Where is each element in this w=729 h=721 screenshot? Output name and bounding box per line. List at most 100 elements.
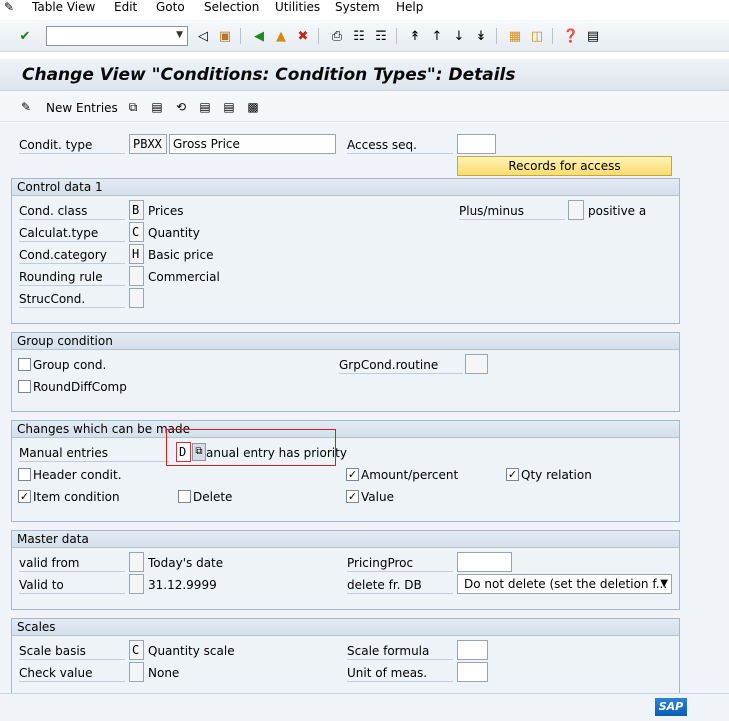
toolbar-separator — [496, 28, 497, 44]
valid-to-label: Valid to — [19, 578, 64, 592]
plus-minus-description: positive a — [588, 204, 647, 218]
previous-page-icon[interactable]: ↑ — [428, 27, 446, 45]
label-underline — [19, 241, 125, 242]
toolbar-separator — [240, 28, 241, 44]
chevron-down-icon[interactable]: ▼ — [176, 30, 183, 40]
delete-icon[interactable]: ▤ — [149, 99, 165, 115]
previous-entry-icon[interactable]: ▤ — [197, 99, 213, 115]
check-value-field[interactable] — [129, 662, 144, 682]
next-entry-icon[interactable]: ▤ — [221, 99, 237, 115]
delete-db-dropdown[interactable]: Do not delete (set the deletion f... ▼ — [457, 574, 672, 594]
undo-change-icon[interactable]: ⟲ — [173, 99, 189, 115]
layout-menu-icon[interactable]: ▤ — [584, 27, 602, 45]
find-next-icon[interactable]: ☶ — [372, 27, 390, 45]
scale-basis-field[interactable]: C — [129, 640, 144, 660]
find-icon[interactable]: ☷ — [350, 27, 368, 45]
select-all-icon[interactable]: ▩ — [245, 99, 261, 115]
group-title: Control data 1 — [17, 180, 103, 194]
rounding-rule-label: Rounding rule — [19, 270, 103, 284]
label-underline — [347, 681, 453, 682]
delete-checkbox[interactable] — [178, 490, 191, 503]
pricing-proc-field[interactable] — [457, 552, 512, 572]
sap-logo: SAP — [655, 698, 687, 716]
cond-category-description: Basic price — [148, 248, 214, 262]
create-session-icon[interactable]: ▦ — [506, 27, 524, 45]
group-header: Master data — [12, 531, 679, 548]
qty-relation-checkbox[interactable]: ✓ — [506, 468, 519, 481]
label-underline — [19, 153, 125, 154]
pencil-icon[interactable]: ✎ — [18, 99, 34, 115]
delete-db-value: Do not delete (set the deletion f... — [464, 577, 668, 591]
cond-category-field[interactable]: H — [129, 244, 144, 264]
rounding-rule-field[interactable] — [129, 266, 144, 286]
amount-percent-checkbox[interactable]: ✓ — [346, 468, 359, 481]
menu-edit[interactable]: Edit — [114, 0, 137, 15]
new-entries-button[interactable]: New Entries — [46, 100, 118, 116]
enter-check-icon[interactable]: ✔ — [16, 27, 34, 45]
scale-formula-field[interactable] — [457, 640, 488, 660]
label-underline — [347, 593, 453, 594]
unit-meas-field[interactable] — [457, 662, 488, 682]
label-underline — [19, 307, 125, 308]
cond-category-label: Cond.category — [19, 248, 107, 262]
qty-relation-label: Qty relation — [521, 468, 592, 482]
menu-selection[interactable]: Selection — [204, 0, 259, 15]
access-seq-field[interactable] — [457, 134, 496, 154]
struc-cond-field[interactable] — [129, 288, 144, 308]
help-icon[interactable]: ❓ — [562, 27, 580, 45]
standard-toolbar: ✔ ▼ ◁ ▣ ◀ ▲ ✖ ⎙ ☷ ☶ ↟ ↑ ↓ ↡ ▦ ◫ ❓ ▤ — [0, 20, 729, 52]
header-condit-checkbox[interactable] — [18, 468, 31, 481]
group-header: Control data 1 — [12, 179, 679, 196]
records-for-access-button[interactable]: Records for access — [457, 156, 672, 176]
grpcond-routine-field[interactable] — [465, 354, 488, 374]
calc-type-field[interactable]: C — [129, 222, 144, 242]
title-bar: Change View "Conditions: Condition Types… — [0, 59, 729, 91]
exit-icon[interactable]: ▲ — [272, 27, 290, 45]
scales-group: Scales — [11, 618, 680, 698]
print-icon[interactable]: ⎙ — [328, 27, 346, 45]
back-icon[interactable]: ◀ — [250, 27, 268, 45]
menu-help[interactable]: Help — [396, 0, 423, 15]
struc-cond-label: StrucCond. — [19, 292, 86, 306]
next-page-icon[interactable]: ↓ — [450, 27, 468, 45]
chevron-down-icon[interactable]: ▼ — [660, 575, 668, 593]
valid-to-field[interactable] — [129, 574, 144, 594]
cond-class-field[interactable]: B — [129, 200, 144, 220]
value-checkbox[interactable]: ✓ — [346, 490, 359, 503]
command-field[interactable]: ▼ — [46, 26, 188, 46]
round-diff-checkbox[interactable] — [18, 380, 31, 393]
item-condition-label: Item condition — [33, 490, 120, 504]
toolbar-separator — [552, 28, 553, 44]
last-page-icon[interactable]: ↡ — [472, 27, 490, 45]
manual-entries-label: Manual entries — [19, 446, 109, 460]
valid-from-field[interactable] — [129, 552, 144, 572]
label-underline — [19, 285, 125, 286]
copy-icon[interactable]: ⧉ — [125, 99, 141, 115]
amount-percent-label: Amount/percent — [361, 468, 459, 482]
plus-minus-field[interactable] — [568, 200, 584, 220]
toolbar-separator — [396, 28, 397, 44]
save-icon[interactable]: ▣ — [216, 27, 234, 45]
menu-utilities[interactable]: Utilities — [275, 0, 320, 15]
menu-goto[interactable]: Goto — [156, 0, 185, 15]
back-arrow-icon[interactable]: ◁ — [194, 27, 212, 45]
group-cond-checkbox[interactable] — [18, 358, 31, 371]
group-header: Scales — [12, 619, 679, 636]
create-shortcut-icon[interactable]: ◫ — [528, 27, 546, 45]
cancel-icon[interactable]: ✖ — [294, 27, 312, 45]
item-condition-checkbox[interactable]: ✓ — [18, 490, 31, 503]
access-seq-label: Access seq. — [347, 138, 417, 152]
menu-table-view[interactable]: Table View — [32, 0, 95, 15]
first-page-icon[interactable]: ↟ — [406, 27, 424, 45]
plus-minus-label: Plus/minus — [459, 204, 524, 218]
label-underline — [347, 153, 453, 154]
menu-system[interactable]: System — [335, 0, 380, 15]
menu-icon[interactable]: ✎ — [4, 0, 14, 15]
calc-type-label: Calculat.type — [19, 226, 99, 240]
label-underline — [19, 659, 125, 660]
scale-basis-description: Quantity scale — [148, 644, 235, 658]
condit-type-field[interactable]: PBXX — [129, 134, 167, 154]
highlight-box — [166, 429, 336, 466]
valid-from-label: valid from — [19, 556, 80, 570]
master-data-group: Master data — [11, 530, 680, 610]
